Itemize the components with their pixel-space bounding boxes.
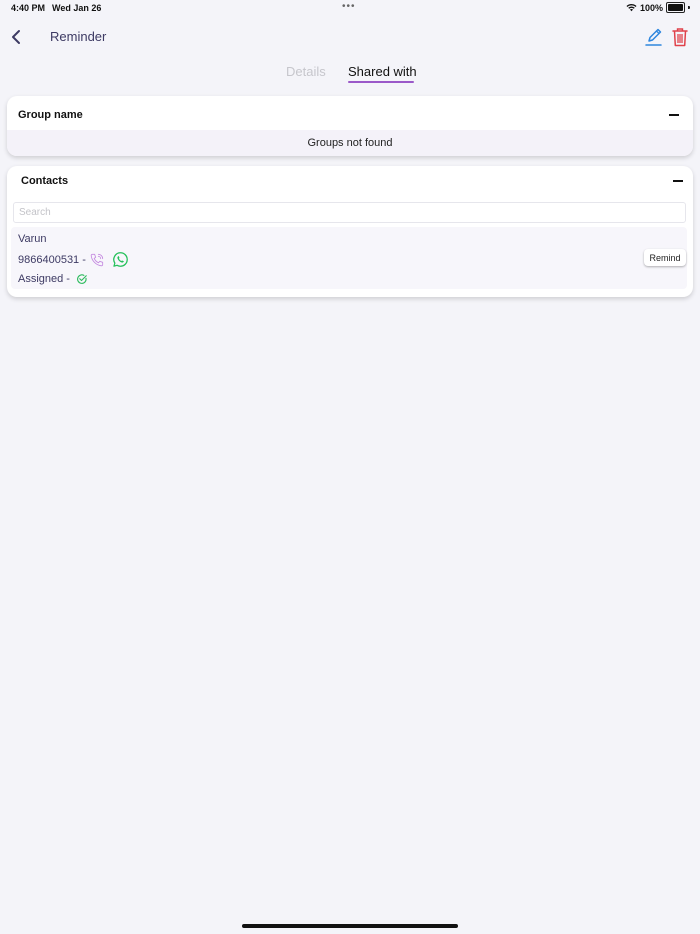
home-indicator bbox=[242, 924, 458, 928]
active-tab-indicator bbox=[348, 81, 414, 83]
remind-button[interactable]: Remind bbox=[644, 249, 686, 266]
check-circle-icon bbox=[77, 274, 87, 284]
wifi-icon bbox=[626, 4, 637, 12]
assigned-label: Assigned - bbox=[18, 273, 70, 285]
back-chevron-icon bbox=[12, 30, 20, 44]
collapse-contacts-button[interactable] bbox=[673, 180, 683, 182]
delete-button[interactable] bbox=[670, 26, 690, 48]
contact-phone: 9866400531 bbox=[18, 253, 80, 266]
tab-details[interactable]: Details bbox=[286, 64, 326, 79]
contact-phone-line: 9866400531 - bbox=[18, 251, 129, 268]
multitasking-dots[interactable]: ••• bbox=[342, 1, 356, 12]
groups-empty-message: Groups not found bbox=[7, 130, 693, 156]
tab-bar: Details Shared with bbox=[0, 62, 700, 86]
groups-title: Group name bbox=[18, 109, 83, 121]
status-date: Wed Jan 26 bbox=[52, 3, 102, 13]
back-button[interactable] bbox=[6, 26, 26, 48]
status-bar: 4:40 PM Wed Jan 26 ••• 100% bbox=[0, 0, 700, 18]
battery-percentage: 100% bbox=[639, 2, 663, 13]
trash-icon bbox=[672, 28, 688, 47]
contact-name: Varun bbox=[18, 233, 47, 245]
edit-pencil-icon bbox=[645, 28, 662, 46]
contacts-card: Contacts Varun 9866400531 - Assigned - bbox=[7, 166, 693, 297]
tab-shared-with[interactable]: Shared with bbox=[348, 64, 417, 79]
phone-separator: - bbox=[82, 253, 86, 266]
contact-item: Varun 9866400531 - Assigned - Remind bbox=[11, 227, 687, 289]
battery-icon bbox=[666, 2, 685, 13]
contacts-title: Contacts bbox=[21, 175, 69, 187]
status-right: 100% bbox=[626, 2, 690, 13]
groups-card: Group name Groups not found bbox=[7, 96, 693, 156]
page-title: Reminder bbox=[50, 29, 107, 44]
edit-button[interactable] bbox=[643, 26, 663, 48]
search-input[interactable] bbox=[13, 202, 686, 223]
assigned-status: Assigned - bbox=[18, 273, 88, 285]
status-time: 4:40 PM bbox=[11, 3, 46, 13]
groups-card-header[interactable]: Group name bbox=[7, 96, 693, 130]
collapse-groups-button[interactable] bbox=[669, 114, 679, 116]
phone-call-icon[interactable] bbox=[89, 252, 105, 268]
contacts-card-header[interactable]: Contacts bbox=[7, 166, 693, 200]
nav-bar: Reminder bbox=[0, 22, 700, 52]
whatsapp-icon[interactable] bbox=[112, 251, 129, 268]
